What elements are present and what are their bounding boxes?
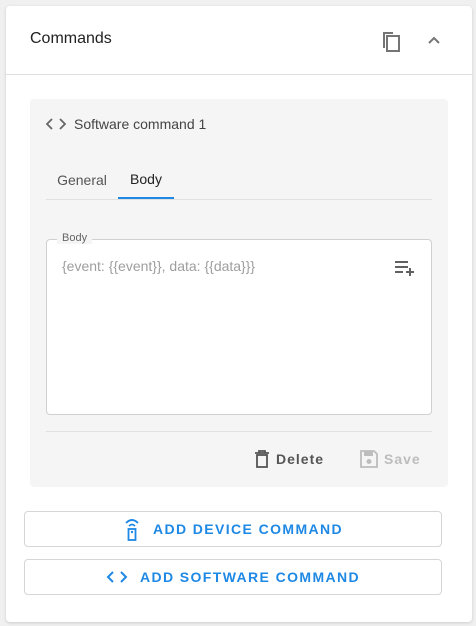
- body-field-label: Body: [57, 232, 93, 244]
- delete-button[interactable]: Delete: [254, 440, 324, 478]
- tab-body[interactable]: Body: [118, 161, 174, 199]
- collapse-button[interactable]: [420, 27, 448, 55]
- body-field[interactable]: Body {event: {{event}}, data: {{data}}}: [46, 232, 432, 415]
- copy-button[interactable]: [376, 27, 404, 55]
- divider: [46, 431, 432, 432]
- insert-variable-button[interactable]: [393, 258, 417, 278]
- tab-general[interactable]: General: [46, 161, 118, 199]
- command-tabs: General Body: [46, 161, 432, 200]
- save-icon: [360, 450, 378, 468]
- save-label: Save: [384, 451, 421, 467]
- add-device-command-button[interactable]: ADD DEVICE COMMAND: [24, 511, 442, 547]
- remote-device-icon: [125, 519, 139, 541]
- command-title-row: Software command 1: [46, 116, 206, 132]
- copy-icon: [383, 32, 400, 52]
- command-title: Software command 1: [74, 116, 207, 132]
- code-icon: [106, 571, 128, 583]
- delete-label: Delete: [276, 451, 325, 467]
- card-title: Commands: [30, 30, 112, 47]
- save-button[interactable]: Save: [360, 440, 421, 478]
- add-software-command-button[interactable]: ADD SOFTWARE COMMAND: [24, 559, 442, 595]
- card-header: Commands: [6, 6, 472, 75]
- add-device-command-label: ADD DEVICE COMMAND: [152, 521, 344, 537]
- trash-icon: [255, 450, 269, 468]
- software-command-panel: Software command 1 General Body Body {ev…: [30, 99, 448, 487]
- chevron-up-icon: [428, 36, 440, 44]
- code-icon: [46, 118, 66, 130]
- body-field-value[interactable]: {event: {{event}}, data: {{data}}}: [62, 258, 255, 274]
- add-software-command-label: ADD SOFTWARE COMMAND: [139, 569, 361, 585]
- playlist-add-icon: [395, 261, 414, 276]
